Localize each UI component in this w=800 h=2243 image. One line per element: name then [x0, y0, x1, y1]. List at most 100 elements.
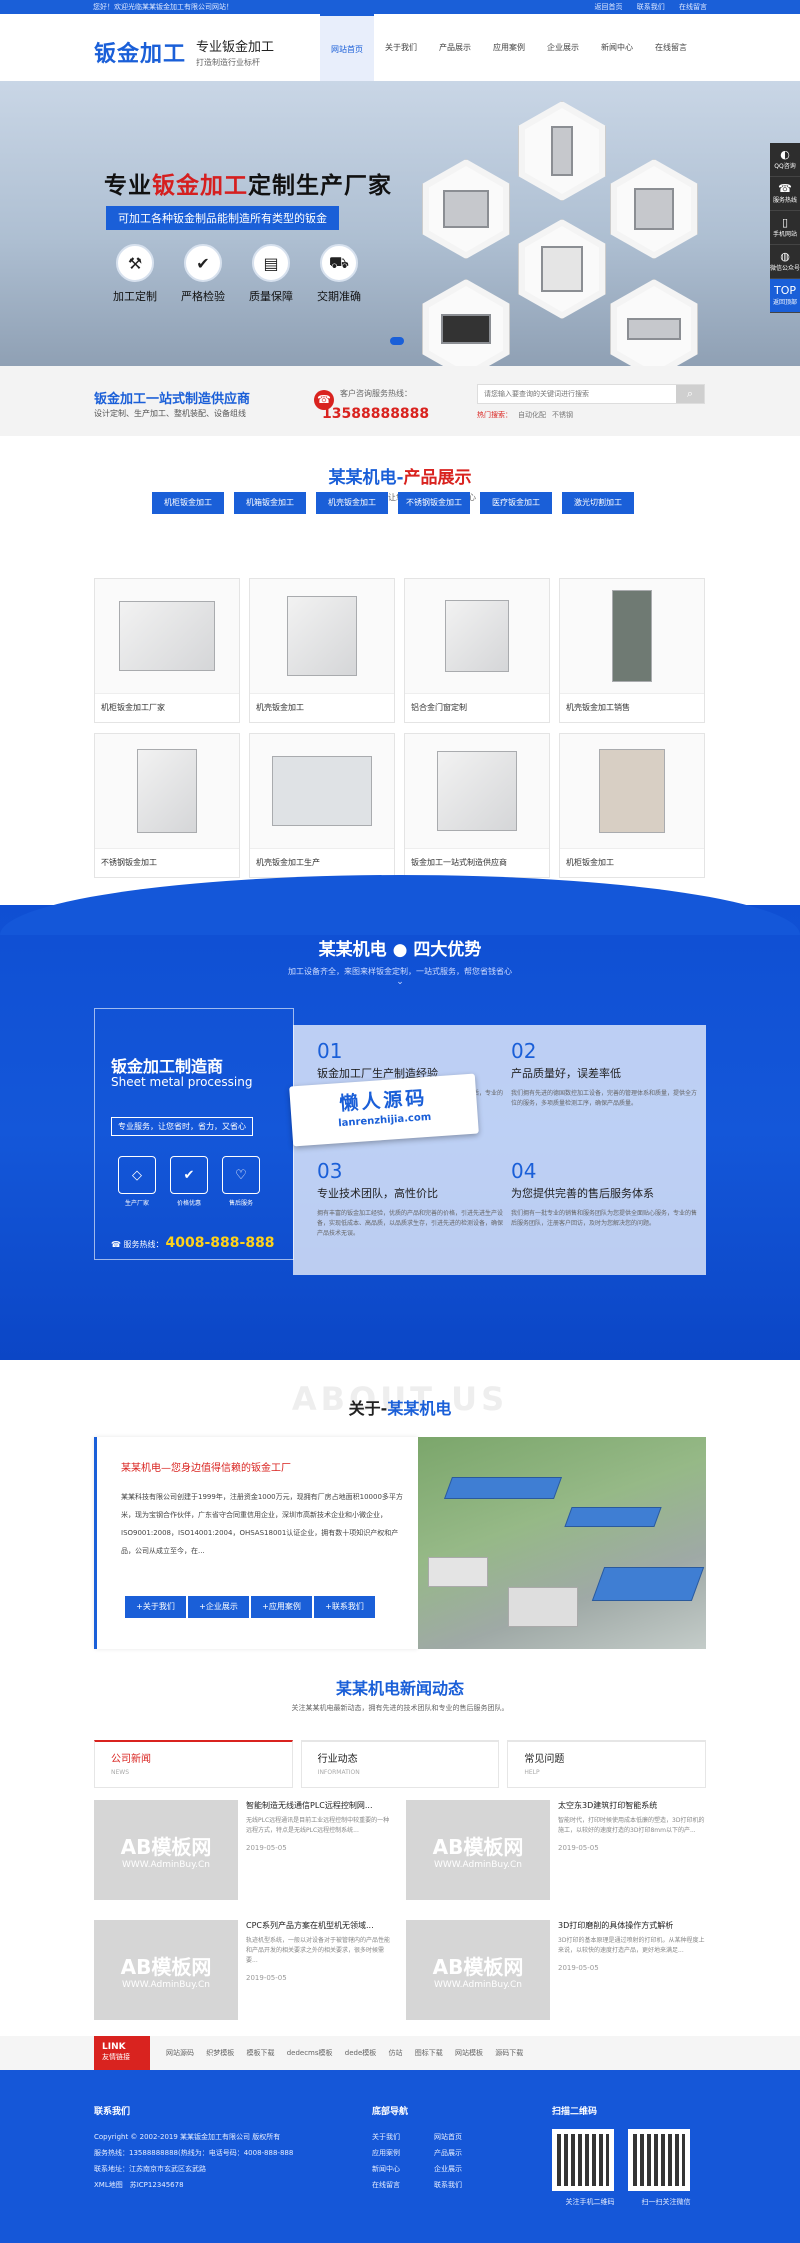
news-item[interactable]: AB模板网 WWW.AdminBuy.Cn 3D打印磨削的具体操作方式解析 3D打印的… [406, 1920, 706, 2020]
product-card[interactable]: 不锈钢钣金加工 [94, 733, 240, 878]
advantages-list: 01钣金加工厂生产制造经验拥有丰富的钣金加工生产制造经验，优质的产品和完善的售后… [293, 1025, 706, 1275]
sidebar-qq[interactable]: ◐ QQ咨询 [770, 143, 800, 177]
banner-headline: 专业钣金加工定制生产厂家 [104, 173, 392, 199]
sidebar-wechat[interactable]: ◍ 微信公众号 [770, 245, 800, 279]
footer-link[interactable]: 应用案例 [372, 2145, 434, 2161]
slider-dots[interactable] [390, 337, 404, 345]
hot-link[interactable]: 不锈钢 [552, 411, 573, 419]
friend-link[interactable]: dedecms模板 [287, 2049, 333, 2057]
top-link-contact[interactable]: 联系我们 [637, 3, 665, 11]
footer-link[interactable]: 网站首页 [434, 2129, 496, 2145]
nav-message[interactable]: 在线留言 [644, 14, 698, 81]
category-tab[interactable]: 机柜钣金加工 [152, 492, 224, 514]
category-tab[interactable]: 医疗钣金加工 [480, 492, 552, 514]
about-headline: 某某机电—您身边值得信赖的钣金工厂 [121, 1463, 291, 1474]
adv-icon-item: ✔ 价格优惠 [163, 1156, 215, 1207]
friend-link[interactable]: 模板下载 [246, 2049, 274, 2057]
top-link-message[interactable]: 在线留言 [679, 3, 707, 11]
footer-link[interactable]: 新闻中心 [372, 2161, 434, 2177]
footer-link[interactable]: 联系我们 [434, 2177, 496, 2193]
news-tabs: 公司新闻 NEWS 行业动态 INFORMATION 常见问题 HELP [94, 1740, 707, 1788]
banner-subline: 可加工各种钣金制品能制造所有类型的钣金 [106, 206, 339, 230]
nav-company[interactable]: 企业展示 [536, 14, 590, 81]
tab-industry-news[interactable]: 行业动态 INFORMATION [300, 1740, 500, 1788]
product-card[interactable]: 钣金加工一站式制造供应商 [404, 733, 550, 878]
tab-company-news[interactable]: 公司新闻 NEWS [94, 1740, 293, 1788]
info-bar: 钣金加工一站式制造供应商 设计定制、生产加工、整机装配、设备组线 ☎ 客户咨询服… [0, 366, 800, 436]
hero-banner[interactable]: 专业钣金加工定制生产厂家 可加工各种钣金制品能制造所有类型的钣金 ⚒ 加工定制 ✔… [0, 81, 800, 366]
footer-link[interactable]: 企业展示 [434, 2161, 496, 2177]
heart-icon: ♡ [222, 1156, 260, 1194]
diamond-icon: ◇ [118, 1156, 156, 1194]
product-card[interactable]: 机柜钣金加工 [559, 733, 705, 878]
product-card[interactable]: 机壳钣金加工 [249, 578, 395, 723]
about-title: 关于-某某机电 [348, 1399, 452, 1418]
news-item[interactable]: AB模板网 WWW.AdminBuy.Cn 智能制造无线通信PLC远程控制网... 无… [94, 1800, 394, 1900]
advantage-item: 04 为您提供完善的售后服务体系 我们拥有一批专业的销售和服务团队为您提供全面贴心服… [511, 1159, 698, 1227]
friend-link[interactable]: 仿站 [389, 2049, 403, 2057]
mobile-icon: ▯ [781, 216, 789, 229]
qr-code-icon [628, 2129, 690, 2191]
banner-feature: ⛟ 交期准确 [304, 244, 374, 304]
nav-about[interactable]: 关于我们 [374, 14, 428, 81]
category-tab[interactable]: 不锈钢钣金加工 [398, 492, 470, 514]
nav-home[interactable]: 网站首页 [320, 14, 374, 81]
news-item[interactable]: AB模板网 WWW.AdminBuy.Cn CPC系列产品方案在机型机无领域... 轨… [94, 1920, 394, 2020]
info-desc: 设计定制、生产加工、整机装配、设备组线 [94, 409, 246, 418]
doc-icon: ▤ [252, 244, 290, 282]
footer-link[interactable]: 产品展示 [434, 2145, 496, 2161]
links-tag: LINK 友情链接 [94, 2036, 150, 2070]
product-card[interactable]: 铝合金门窗定制 [404, 578, 550, 723]
about-us-button[interactable]: +关于我们 [125, 1596, 186, 1618]
footer-link[interactable]: 关于我们 [372, 2129, 434, 2145]
sidebar-mobile[interactable]: ▯ 手机网站 [770, 211, 800, 245]
logo-subslogan: 打造制造行业标杆 [196, 58, 261, 67]
category-tab[interactable]: 机壳钣金加工 [316, 492, 388, 514]
top-link-home[interactable]: 返回首页 [595, 3, 623, 11]
friend-link[interactable]: 织梦模板 [206, 2049, 234, 2057]
news-thumb: AB模板网 WWW.AdminBuy.Cn [406, 1920, 550, 2020]
product-card[interactable]: 机壳钣金加工生产 [249, 733, 395, 878]
back-to-top-button[interactable]: TOP 返回顶部 [770, 279, 800, 313]
tab-faq[interactable]: 常见问题 HELP [507, 1740, 707, 1788]
nav-news[interactable]: 新闻中心 [590, 14, 644, 81]
friend-link[interactable]: 源码下载 [495, 2049, 523, 2057]
welcome-text: 您好！欢迎光临某某钣金加工有限公司网站！ [93, 3, 233, 11]
adv-hotline: ☎ 服务热线： 4008-888-888 [111, 1235, 275, 1251]
friend-link[interactable]: 图标下载 [415, 2049, 443, 2057]
category-tab[interactable]: 机箱钣金加工 [234, 492, 306, 514]
friend-link[interactable]: dede模板 [345, 2049, 377, 2057]
search-box: ⌕ [477, 384, 705, 404]
search-button[interactable]: ⌕ [676, 385, 704, 403]
search-input[interactable] [478, 385, 678, 403]
tools-icon: ⚒ [116, 244, 154, 282]
footer-link[interactable]: 在线留言 [372, 2177, 434, 2193]
product-hex-image [518, 219, 606, 319]
category-tab[interactable]: 激光切割加工 [562, 492, 634, 514]
logo[interactable]: 钣金加工 专业钣金加工 打造制造行业标杆 [94, 36, 274, 68]
product-card[interactable]: 机壳钣金加工销售 [559, 578, 705, 723]
footer-qr: 扫描二维码 关注手机二维码 扫一扫关注微信 [552, 2107, 691, 2206]
news-item[interactable]: AB模板网 WWW.AdminBuy.Cn 太空东3D建筑打印智能系统 智能时代，打印… [406, 1800, 706, 1900]
hotline-label: 客户咨询服务热线： [340, 389, 412, 398]
sidebar-hotline[interactable]: ☎ 服务热线 [770, 177, 800, 211]
about-body: 某某科技有限公司创建于1999年，注册资金1000万元，现拥有厂房占地面积100… [121, 1493, 403, 1555]
main-nav: 网站首页 关于我们 产品展示 应用案例 企业展示 新闻中心 在线留言 [320, 14, 698, 81]
product-card[interactable]: 机柜钣金加工厂家 [94, 578, 240, 723]
top-bar: 您好！欢迎光临某某钣金加工有限公司网站！ 返回首页 联系我们 在线留言 [0, 0, 800, 14]
hot-link[interactable]: 自动化配 [518, 411, 546, 419]
cases-button[interactable]: +应用案例 [251, 1596, 312, 1618]
search-icon: ⌕ [686, 387, 694, 400]
friend-link[interactable]: 网站源码 [166, 2049, 194, 2057]
wechat-icon: ◍ [780, 250, 790, 263]
news-heading: 某某机电新闻动态 关注某某机电最新动态，拥有先进的技术团队和专业的售后服务团队。 [291, 1679, 509, 1712]
advantages-title: 某某机电 ● 四大优势 [318, 940, 482, 960]
advantages-intro: 钣金加工制造商 Sheet metal processing 专业服务，让您省时… [94, 1008, 294, 1260]
company-show-button[interactable]: +企业展示 [188, 1596, 249, 1618]
nav-products[interactable]: 产品展示 [428, 14, 482, 81]
contact-button[interactable]: +联系我们 [314, 1596, 375, 1618]
friend-link[interactable]: 网站模板 [455, 2049, 483, 2057]
shield-check-icon: ✔ [170, 1156, 208, 1194]
nav-cases[interactable]: 应用案例 [482, 14, 536, 81]
adv-icon-item: ◇ 生产厂家 [111, 1156, 163, 1207]
